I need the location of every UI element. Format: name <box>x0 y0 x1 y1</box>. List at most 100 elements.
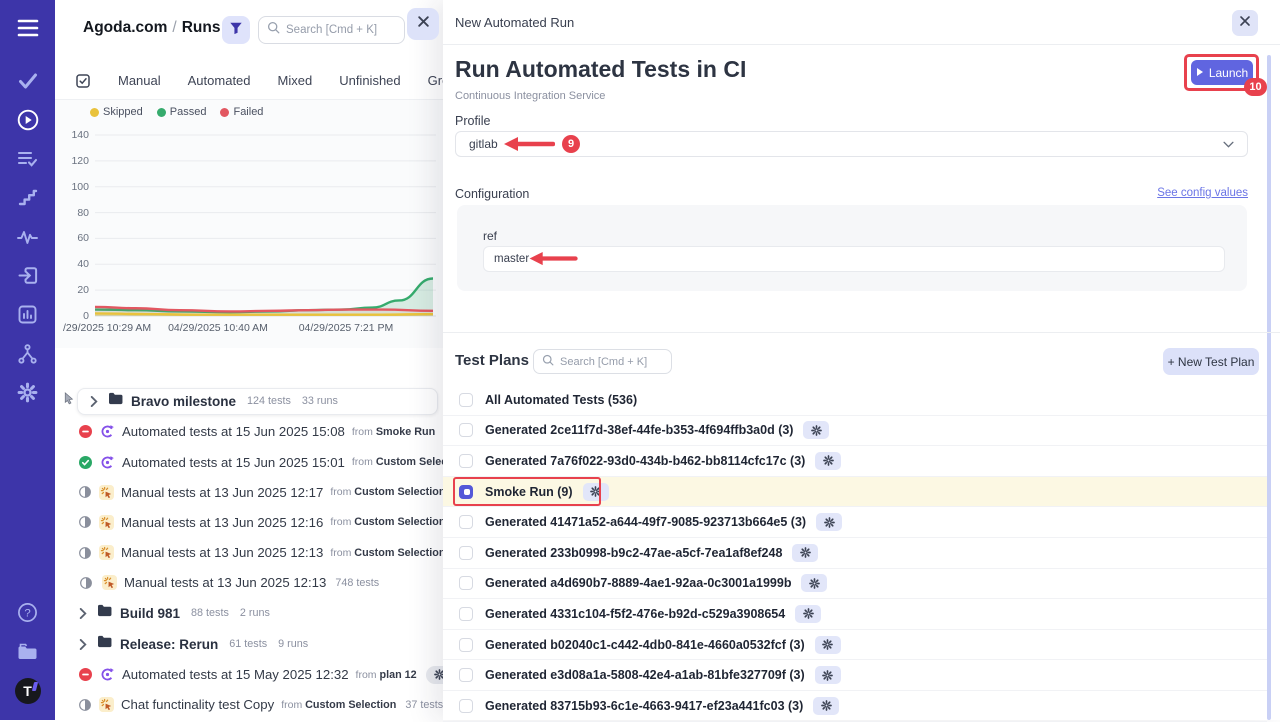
drawer-close-button-right[interactable] <box>1232 10 1258 36</box>
run-source: from Custom Selection <box>352 456 443 468</box>
y-axis-tick: 20 <box>55 284 89 296</box>
run-status-icon <box>79 516 91 528</box>
run-type-icon <box>101 575 117 590</box>
test-plan-row[interactable]: Generated 41471a52-a644-49f7-9085-923713… <box>443 507 1267 538</box>
run-list-item[interactable]: Manual tests at 13 Jun 2025 12:13 748 te… <box>55 568 443 598</box>
test-plan-row[interactable]: Smoke Run (9) <box>443 477 1267 508</box>
run-list-item[interactable]: Automated tests at 15 May 2025 12:32 fro… <box>55 660 443 690</box>
run-title: Manual tests at 13 Jun 2025 12:16 <box>121 515 323 530</box>
page-title: Run Automated Tests in CI <box>455 56 746 83</box>
play-circle-icon[interactable] <box>0 100 55 139</box>
test-plan-row[interactable]: Generated 233b0998-b9c2-47ae-a5cf-7ea1af… <box>443 538 1267 569</box>
plan-checkbox[interactable] <box>459 638 473 652</box>
chevron-right-icon[interactable] <box>79 608 87 619</box>
import-icon[interactable] <box>0 256 55 295</box>
branch-icon[interactable] <box>0 334 55 373</box>
test-plan-row[interactable]: Generated 2ce11f7d-38ef-44fe-b353-4f694f… <box>443 416 1267 447</box>
plan-settings-button[interactable] <box>815 666 841 684</box>
steps-icon[interactable] <box>0 178 55 217</box>
plan-settings-button[interactable] <box>801 574 827 592</box>
ref-field-input[interactable] <box>483 246 1225 272</box>
logo-testomat[interactable]: T <box>0 671 55 710</box>
y-axis-tick: 40 <box>55 258 89 270</box>
plan-checkbox[interactable] <box>459 607 473 621</box>
run-source: from Custom Selection <box>330 547 443 559</box>
test-plan-row[interactable]: All Automated Tests (536) <box>443 385 1267 416</box>
plan-checkbox[interactable] <box>459 454 473 468</box>
folder-tests-count: 124 tests <box>247 395 291 407</box>
run-group-row[interactable]: Bravo milestone 124 tests 33 runs <box>55 386 443 417</box>
tab-mixed[interactable]: Mixed <box>278 73 313 88</box>
check-icon[interactable] <box>0 61 55 100</box>
test-plan-row[interactable]: Generated e3d08a1a-5808-42e4-a1ab-81bfe3… <box>443 660 1267 691</box>
list-check-icon[interactable] <box>0 139 55 178</box>
runs-search-input[interactable] <box>286 24 396 36</box>
plan-settings-button[interactable] <box>792 544 818 562</box>
plan-settings-button[interactable] <box>803 421 829 439</box>
plan-settings-button[interactable] <box>583 483 609 501</box>
test-plan-row[interactable]: Generated 83715b93-6c1e-4663-9417-ef23a4… <box>443 691 1267 722</box>
test-plans-search-input[interactable] <box>560 356 663 368</box>
plan-settings-button[interactable] <box>815 636 841 654</box>
drawer-close-button[interactable] <box>407 8 439 40</box>
run-source: from Custom Selection <box>330 486 443 498</box>
plan-checkbox[interactable] <box>459 423 473 437</box>
run-meta: 37 tests <box>405 699 443 711</box>
plan-checkbox[interactable] <box>459 515 473 529</box>
drawer-scrollbar[interactable] <box>1267 55 1271 720</box>
plan-settings-button[interactable] <box>795 605 821 623</box>
launch-button[interactable]: Launch <box>1191 60 1253 85</box>
new-test-plan-button[interactable]: + New Test Plan <box>1163 348 1259 375</box>
folder-icon <box>97 635 112 653</box>
gear-icon[interactable] <box>0 373 55 412</box>
tab-unfinished[interactable]: Unfinished <box>339 73 400 88</box>
plan-settings-button[interactable] <box>816 513 842 531</box>
plan-checkbox[interactable] <box>459 576 473 590</box>
chevron-right-icon[interactable] <box>79 639 87 650</box>
select-all-runs-icon[interactable] <box>75 73 91 89</box>
analytics-icon[interactable] <box>0 295 55 334</box>
plan-checkbox[interactable] <box>459 546 473 560</box>
y-axis-tick: 80 <box>55 207 89 219</box>
test-plan-row[interactable]: Generated b02040c1-c442-4db0-841e-4660a0… <box>443 630 1267 661</box>
chevron-right-icon[interactable] <box>90 396 98 407</box>
plan-checkbox[interactable] <box>459 699 473 713</box>
tab-automated[interactable]: Automated <box>188 73 251 88</box>
see-config-values-link[interactable]: See config values <box>1157 187 1248 199</box>
plan-checkbox[interactable] <box>459 668 473 682</box>
plan-settings-button[interactable] <box>815 452 841 470</box>
run-group-row[interactable]: Build 981 88 tests 2 runs <box>55 598 443 629</box>
annotation-arrow-ref <box>528 251 578 271</box>
plan-label: Smoke Run (9) <box>485 485 573 499</box>
run-list-item[interactable]: Automated tests at 15 Jun 2025 15:08 fro… <box>55 417 443 447</box>
test-plan-row[interactable]: Generated 4331c104-f5f2-476e-b92d-c529a3… <box>443 599 1267 630</box>
run-status-icon <box>79 547 91 559</box>
folder-runs-count: 9 runs <box>278 638 308 650</box>
run-title: Manual tests at 13 Jun 2025 12:13 <box>124 575 326 590</box>
run-source: from Custom Selection <box>330 516 443 528</box>
run-list-item[interactable]: Manual tests at 13 Jun 2025 12:17 from C… <box>55 477 443 507</box>
tab-manual[interactable]: Manual <box>118 73 161 88</box>
pulse-icon[interactable] <box>0 217 55 256</box>
plan-checkbox[interactable] <box>459 393 473 407</box>
folder-icon <box>108 392 123 410</box>
funnel-icon <box>229 21 243 40</box>
help-icon[interactable]: ? <box>0 593 55 632</box>
run-group-row[interactable]: Release: Rerun 61 tests 9 runs <box>55 629 443 660</box>
test-plan-row[interactable]: Generated 7a76f022-93d0-434b-b462-bb8114… <box>443 446 1267 477</box>
run-list-item[interactable]: Manual tests at 13 Jun 2025 12:16 from C… <box>55 507 443 537</box>
plan-settings-button[interactable] <box>813 697 839 715</box>
x-axis-tick: /29/2025 10:29 AM <box>63 322 151 334</box>
run-list-item[interactable]: Chat functinality test Copy from Custom … <box>55 690 443 720</box>
menu-icon[interactable] <box>0 8 55 47</box>
breadcrumb-project[interactable]: Agoda.com <box>83 19 167 36</box>
test-plan-row[interactable]: Generated a4d690b7-8889-4ae1-92aa-0c3001… <box>443 569 1267 600</box>
plan-checkbox[interactable] <box>459 485 473 499</box>
plan-label: Generated e3d08a1a-5808-42e4-a1ab-81bfe3… <box>485 668 805 682</box>
run-list-item[interactable]: Manual tests at 13 Jun 2025 12:13 from C… <box>55 538 443 568</box>
filter-button[interactable] <box>222 16 250 44</box>
trend-chart-svg <box>55 100 443 348</box>
run-settings-badge[interactable]: test <box>426 666 443 684</box>
library-icon[interactable] <box>0 632 55 671</box>
run-list-item[interactable]: Automated tests at 15 Jun 2025 15:01 fro… <box>55 447 443 477</box>
